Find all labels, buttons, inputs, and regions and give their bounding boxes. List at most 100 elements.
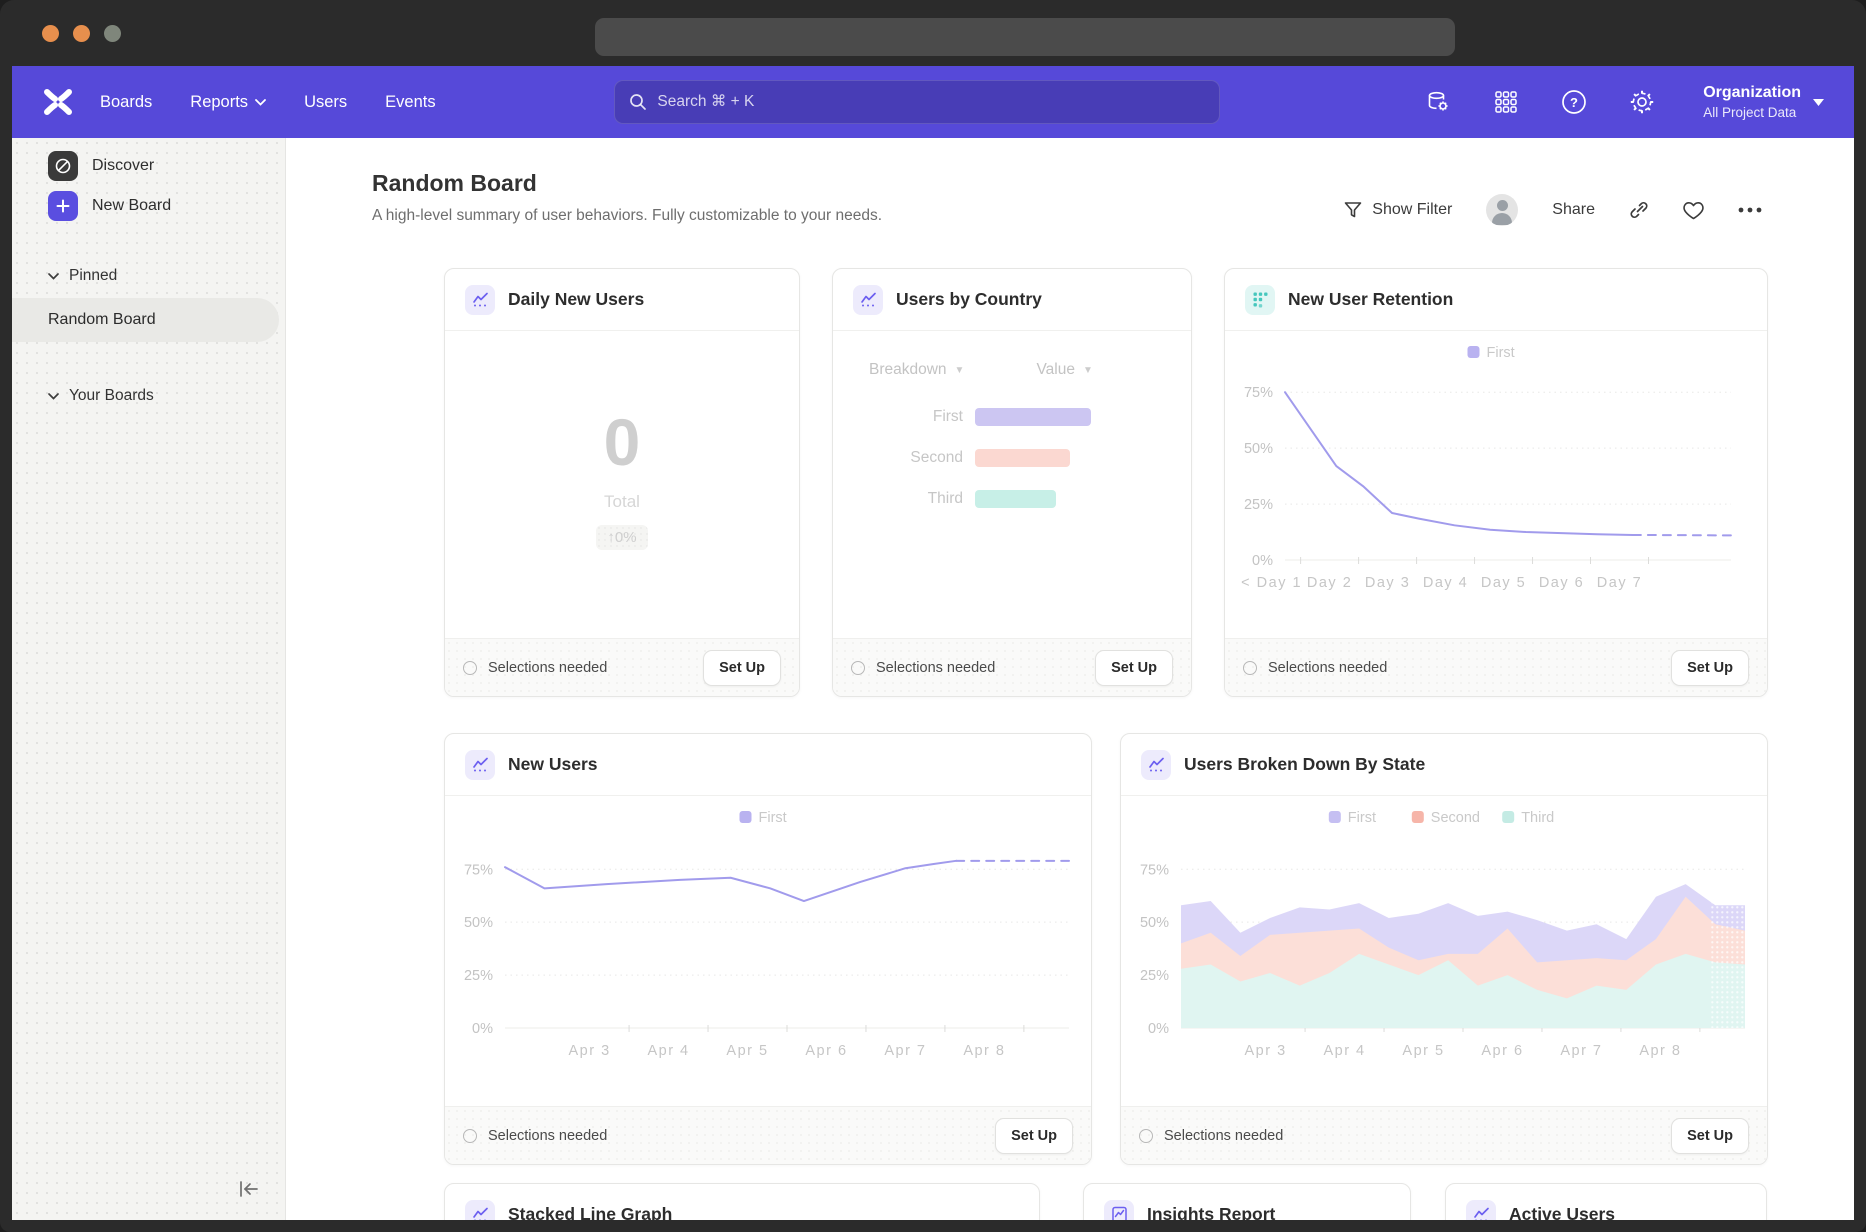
board-name: Random Board xyxy=(48,311,156,329)
radio-icon xyxy=(1139,1129,1153,1143)
svg-text:First: First xyxy=(759,810,787,826)
breakdown-label: Breakdown xyxy=(869,361,947,379)
help-icon[interactable]: ? xyxy=(1561,89,1587,115)
org-name: Organization xyxy=(1703,84,1801,102)
metric-body: 0 Total ↑0% xyxy=(445,323,799,630)
nav-link-events[interactable]: Events xyxy=(385,93,435,112)
svg-text:Apr 4: Apr 4 xyxy=(1323,1043,1365,1059)
search-bar[interactable] xyxy=(614,80,1220,124)
retention-chart: 0%25%50%75%< Day 1Day 2Day 3Day 4Day 5Da… xyxy=(1225,331,1767,638)
window-close-button[interactable] xyxy=(42,25,59,42)
card-header: Active Users xyxy=(1446,1184,1766,1220)
nav-link-boards[interactable]: Boards xyxy=(100,93,152,112)
svg-text:Apr 3: Apr 3 xyxy=(1245,1043,1287,1059)
copy-link-button[interactable] xyxy=(1629,200,1649,220)
nav-link-reports[interactable]: Reports xyxy=(190,93,266,112)
show-filter-label: Show Filter xyxy=(1372,201,1452,219)
nav-right-icons: ? Organization All Project Data xyxy=(1425,84,1824,120)
radio-icon xyxy=(463,661,477,675)
mixpanel-logo[interactable] xyxy=(42,88,74,116)
set-up-button[interactable]: Set Up xyxy=(703,650,781,686)
card-header: New Users xyxy=(445,734,1091,796)
metric-value: 0 xyxy=(604,404,641,480)
apps-grid-icon[interactable] xyxy=(1493,89,1519,115)
data-management-icon[interactable] xyxy=(1425,89,1451,115)
settings-gear-icon[interactable] xyxy=(1629,89,1655,115)
bar-third xyxy=(975,490,1056,508)
sidebar-item-random-board[interactable]: Random Board xyxy=(12,298,279,342)
set-up-button[interactable]: Set Up xyxy=(995,1118,1073,1154)
sidebar-item-label: New Board xyxy=(92,197,171,215)
sidebar-item-discover[interactable]: Discover xyxy=(12,146,285,186)
card-header: Stacked Line Graph xyxy=(445,1184,1039,1220)
svg-text:25%: 25% xyxy=(464,968,493,984)
sidebar-section-pinned[interactable]: Pinned xyxy=(12,262,285,290)
line-chart-icon xyxy=(1466,1200,1496,1221)
search-input[interactable] xyxy=(657,93,1205,111)
nav-link-users[interactable]: Users xyxy=(304,93,347,112)
window-zoom-button[interactable] xyxy=(104,25,121,42)
more-options-button[interactable] xyxy=(1738,207,1762,213)
svg-text:Apr 8: Apr 8 xyxy=(1639,1043,1681,1059)
card-daily-new-users: Daily New Users 0 Total ↑0% Selections n… xyxy=(444,268,800,697)
sidebar-item-new-board[interactable]: New Board xyxy=(12,186,285,226)
line-chart-icon xyxy=(465,750,495,780)
card-new-users: New Users 0%25%50%75%Apr 3Apr 4Apr 5Apr … xyxy=(444,733,1092,1165)
bar-first xyxy=(975,408,1091,426)
footer-status: Selections needed xyxy=(1164,1128,1283,1144)
card-header: Daily New Users xyxy=(445,269,799,331)
show-filter-button[interactable]: Show Filter xyxy=(1344,201,1452,219)
footer-status: Selections needed xyxy=(488,1128,607,1144)
set-up-button[interactable]: Set Up xyxy=(1095,650,1173,686)
svg-text:Third: Third xyxy=(1521,810,1554,826)
bar-label: First xyxy=(833,408,963,426)
svg-text:Day 3: Day 3 xyxy=(1365,575,1410,591)
url-bar[interactable] xyxy=(595,18,1455,56)
card-header: Users Broken Down By State xyxy=(1121,734,1767,796)
radio-icon xyxy=(1243,661,1257,675)
svg-text:First: First xyxy=(1348,810,1376,826)
page-subtitle: A high-level summary of user behaviors. … xyxy=(372,207,882,225)
page-title: Random Board xyxy=(372,170,882,197)
svg-text:Day 6: Day 6 xyxy=(1539,575,1584,591)
svg-text:25%: 25% xyxy=(1140,968,1169,984)
svg-text:25%: 25% xyxy=(1244,497,1273,513)
sidebar-collapse-button[interactable] xyxy=(235,1179,261,1202)
favorite-button[interactable] xyxy=(1683,201,1704,220)
card-footer: Selections needed Set Up xyxy=(1121,1106,1767,1164)
set-up-button[interactable]: Set Up xyxy=(1671,1118,1749,1154)
card-footer: Selections needed Set Up xyxy=(445,638,799,696)
sidebar: Discover New Board Pinned Random Board xyxy=(12,138,286,1220)
browser-window: Boards Reports Users Events xyxy=(0,0,1866,1232)
card-active-users: Active Users xyxy=(1445,1183,1767,1220)
nav-link-label: Users xyxy=(304,93,347,112)
card-title: Active Users xyxy=(1509,1204,1615,1220)
bar-second xyxy=(975,449,1070,467)
card-header: Insights Report xyxy=(1084,1184,1410,1220)
svg-text:Apr 7: Apr 7 xyxy=(1560,1043,1602,1059)
card-footer: Selections needed Set Up xyxy=(445,1106,1091,1164)
set-up-button[interactable]: Set Up xyxy=(1671,650,1749,686)
sidebar-section-your-boards[interactable]: Your Boards xyxy=(12,382,285,410)
value-dropdown[interactable]: Value ▼ xyxy=(1036,361,1092,379)
svg-text:75%: 75% xyxy=(1140,862,1169,878)
search-icon xyxy=(629,93,647,111)
window-minimize-button[interactable] xyxy=(73,25,90,42)
board-main: Random Board A high-level summary of use… xyxy=(286,138,1854,1220)
card-stacked-line-graph: Stacked Line Graph xyxy=(444,1183,1040,1220)
line-chart-icon xyxy=(465,285,495,315)
svg-text:?: ? xyxy=(1570,95,1578,110)
bar-row: Second xyxy=(833,448,1191,468)
svg-text:Apr 8: Apr 8 xyxy=(963,1043,1005,1059)
bar-row: First xyxy=(833,407,1191,427)
nav-link-label: Reports xyxy=(190,93,248,112)
caret-down-icon: ▼ xyxy=(955,365,965,376)
svg-text:Apr 6: Apr 6 xyxy=(805,1043,847,1059)
breakdown-dropdown[interactable]: Breakdown ▼ xyxy=(869,361,964,379)
avatar[interactable] xyxy=(1486,194,1518,226)
card-footer: Selections needed Set Up xyxy=(1225,638,1767,696)
svg-text:Day 7: Day 7 xyxy=(1597,575,1642,591)
svg-text:Apr 7: Apr 7 xyxy=(884,1043,926,1059)
share-button[interactable]: Share xyxy=(1552,201,1595,219)
org-switcher[interactable]: Organization All Project Data xyxy=(1703,84,1824,120)
